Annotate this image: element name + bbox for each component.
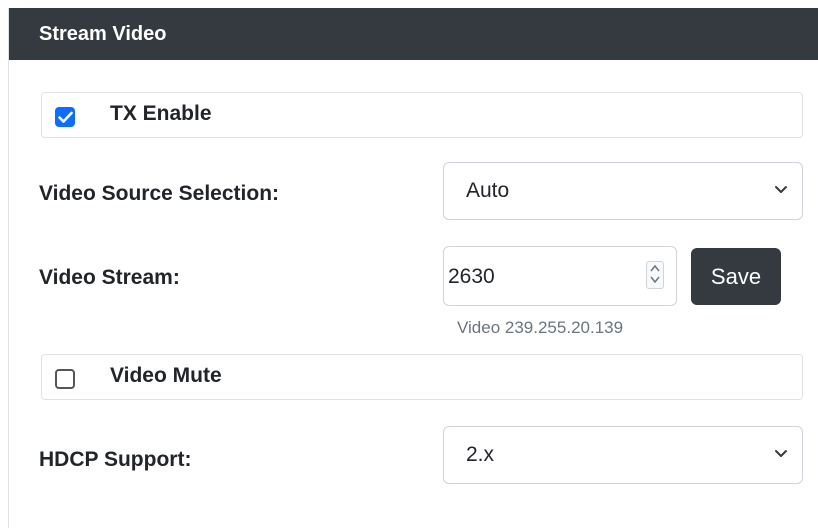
tx-enable-row[interactable]: TX Enable	[41, 92, 803, 138]
tx-enable-label: TX Enable	[110, 102, 212, 125]
tx-enable-checkbox[interactable]	[55, 107, 75, 127]
video-mute-label: Video Mute	[110, 364, 222, 387]
spinner-arrows-glyph	[650, 264, 660, 284]
video-stream-value: 2630	[448, 265, 495, 288]
video-mute-checkbox[interactable]	[55, 369, 75, 389]
chevron-down-icon	[775, 450, 787, 457]
save-button[interactable]: Save	[691, 248, 781, 305]
stream-video-panel: Stream Video TX Enable Video Source Sele…	[8, 8, 818, 528]
video-source-select[interactable]: Auto	[443, 162, 803, 220]
check-icon	[58, 111, 73, 123]
video-stream-help: Video 239.255.20.139	[457, 318, 624, 337]
hdcp-support-label: HDCP Support:	[39, 448, 192, 471]
video-mute-row[interactable]: Video Mute	[41, 354, 803, 400]
video-stream-label: Video Stream:	[39, 266, 180, 289]
hdcp-support-value: 2.x	[466, 443, 495, 466]
video-source-label: Video Source Selection:	[39, 182, 280, 205]
video-source-value: Auto	[466, 179, 510, 202]
spinner-arrows-icon[interactable]	[646, 261, 664, 289]
video-stream-input[interactable]: 2630	[443, 246, 677, 306]
chevron-down-icon	[775, 186, 787, 193]
panel-title: Stream Video	[9, 8, 818, 60]
hdcp-support-select[interactable]: 2.x	[443, 426, 803, 484]
